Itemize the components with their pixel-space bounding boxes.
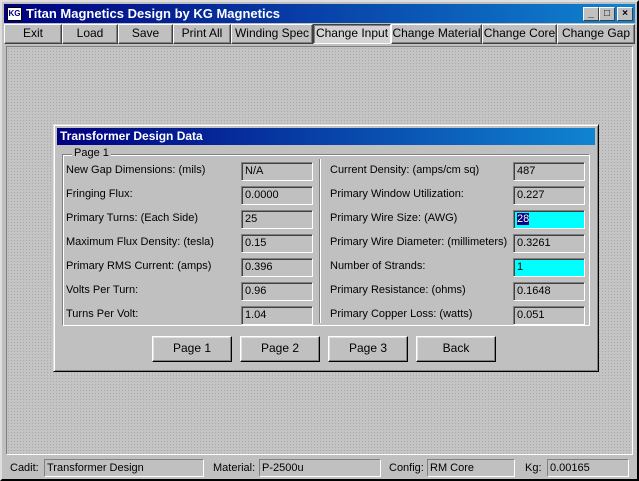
change-core-button[interactable]: Change Core — [482, 24, 557, 44]
app-icon[interactable]: KG — [7, 6, 22, 21]
field-label: New Gap Dimensions: (mils) — [66, 164, 206, 176]
window-utilization-field: 0.227 — [513, 186, 585, 205]
kg-value: 0.00165 — [547, 459, 629, 477]
save-button[interactable]: Save — [118, 24, 173, 44]
fringing-flux-row: Fringing Flux: 0.0000 — [63, 186, 319, 206]
max-flux-density-row: Maximum Flux Density: (tesla) 0.15 — [63, 234, 319, 254]
field-label: Primary Turns: (Each Side) — [66, 212, 199, 224]
wire-size-row: Primary Wire Size: (AWG) 28 — [323, 210, 589, 230]
strands-row: Number of Strands: 1 — [323, 258, 589, 278]
window-controls: _ □ × — [583, 6, 633, 21]
kg-label: Kg: — [525, 462, 542, 474]
primary-turns-field: 25 — [241, 210, 313, 229]
cadit-label: Cadit: — [10, 462, 39, 474]
load-button[interactable]: Load — [62, 24, 118, 44]
status-bar: Cadit: Transformer Design Material: P-25… — [6, 458, 633, 479]
config-value: RM Core — [427, 459, 515, 477]
maximize-icon[interactable]: □ — [599, 6, 615, 21]
dialog-title: Transformer Design Data — [57, 128, 595, 145]
field-label: Primary Copper Loss: (watts) — [330, 308, 473, 320]
field-label: Primary Window Utilization: — [330, 188, 464, 200]
field-label: Maximum Flux Density: (tesla) — [66, 236, 214, 248]
change-material-button[interactable]: Change Material — [391, 24, 482, 44]
field-label: Number of Strands: — [330, 260, 426, 272]
field-label: Current Density: (amps/cm sq) — [330, 164, 480, 176]
material-value: P-2500u — [259, 459, 381, 477]
max-flux-density-field: 0.15 — [241, 234, 313, 253]
page-1-group: Page 1 New Gap Dimensions: (mils) N/A Fr… — [62, 147, 590, 326]
title-bar[interactable]: KG Titan Magnetics Design by KG Magnetic… — [4, 4, 635, 23]
page-2-button[interactable]: Page 2 — [240, 336, 320, 362]
turns-per-volt-row: Turns Per Volt: 1.04 — [63, 306, 319, 326]
change-input-button[interactable]: Change Input — [313, 24, 391, 44]
toolbar: Exit Load Save Print All Winding Spec Ch… — [4, 24, 635, 44]
primary-rms-current-row: Primary RMS Current: (amps) 0.396 — [63, 258, 319, 278]
copper-loss-row: Primary Copper Loss: (watts) 0.051 — [323, 306, 589, 326]
field-label: Primary Wire Diameter: (millimeters) — [330, 236, 508, 248]
wire-size-input[interactable]: 28 — [513, 210, 585, 229]
volts-per-turn-field: 0.96 — [241, 282, 313, 301]
window-utilization-row: Primary Window Utilization: 0.227 — [323, 186, 589, 206]
window-title: Titan Magnetics Design by KG Magnetics — [26, 6, 281, 21]
strands-input[interactable]: 1 — [513, 258, 585, 277]
print-all-button[interactable]: Print All — [173, 24, 231, 44]
config-label: Config: — [389, 462, 424, 474]
field-label: Turns Per Volt: — [66, 308, 139, 320]
field-label: Primary Wire Size: (AWG) — [330, 212, 458, 224]
primary-rms-current-field: 0.396 — [241, 258, 313, 277]
minimize-icon[interactable]: _ — [583, 6, 599, 21]
field-label: Primary Resistance: (ohms) — [330, 284, 466, 296]
cadit-value: Transformer Design — [44, 459, 204, 477]
group-label: Page 1 — [72, 147, 111, 159]
selected-text: 28 — [517, 213, 530, 225]
fringing-flux-field: 0.0000 — [241, 186, 313, 205]
turns-per-volt-field: 1.04 — [241, 306, 313, 325]
exit-button[interactable]: Exit — [4, 24, 62, 44]
gap-dimensions-row: New Gap Dimensions: (mils) N/A — [63, 162, 319, 182]
column-divider — [319, 159, 321, 323]
field-label: Primary RMS Current: (amps) — [66, 260, 212, 272]
change-gap-button[interactable]: Change Gap — [557, 24, 635, 44]
wire-diameter-row: Primary Wire Diameter: (millimeters) 0.3… — [323, 234, 589, 254]
primary-resistance-row: Primary Resistance: (ohms) 0.1648 — [323, 282, 589, 302]
page-1-button[interactable]: Page 1 — [152, 336, 232, 362]
primary-resistance-field: 0.1648 — [513, 282, 585, 301]
current-density-row: Current Density: (amps/cm sq) 487 — [323, 162, 589, 182]
primary-turns-row: Primary Turns: (Each Side) 25 — [63, 210, 319, 230]
volts-per-turn-row: Volts Per Turn: 0.96 — [63, 282, 319, 302]
page-3-button[interactable]: Page 3 — [328, 336, 408, 362]
back-button[interactable]: Back — [416, 336, 496, 362]
main-window: KG Titan Magnetics Design by KG Magnetic… — [0, 0, 639, 481]
winding-spec-button[interactable]: Winding Spec — [231, 24, 313, 44]
wire-diameter-field: 0.3261 — [513, 234, 585, 253]
transformer-design-dialog: Transformer Design Data Page 1 New Gap D… — [53, 124, 599, 372]
copper-loss-field: 0.051 — [513, 306, 585, 325]
close-icon[interactable]: × — [617, 6, 633, 21]
material-label: Material: — [213, 462, 256, 474]
field-label: Fringing Flux: — [66, 188, 133, 200]
field-label: Volts Per Turn: — [66, 284, 139, 296]
gap-dimensions-field: N/A — [241, 162, 313, 181]
current-density-field: 487 — [513, 162, 585, 181]
